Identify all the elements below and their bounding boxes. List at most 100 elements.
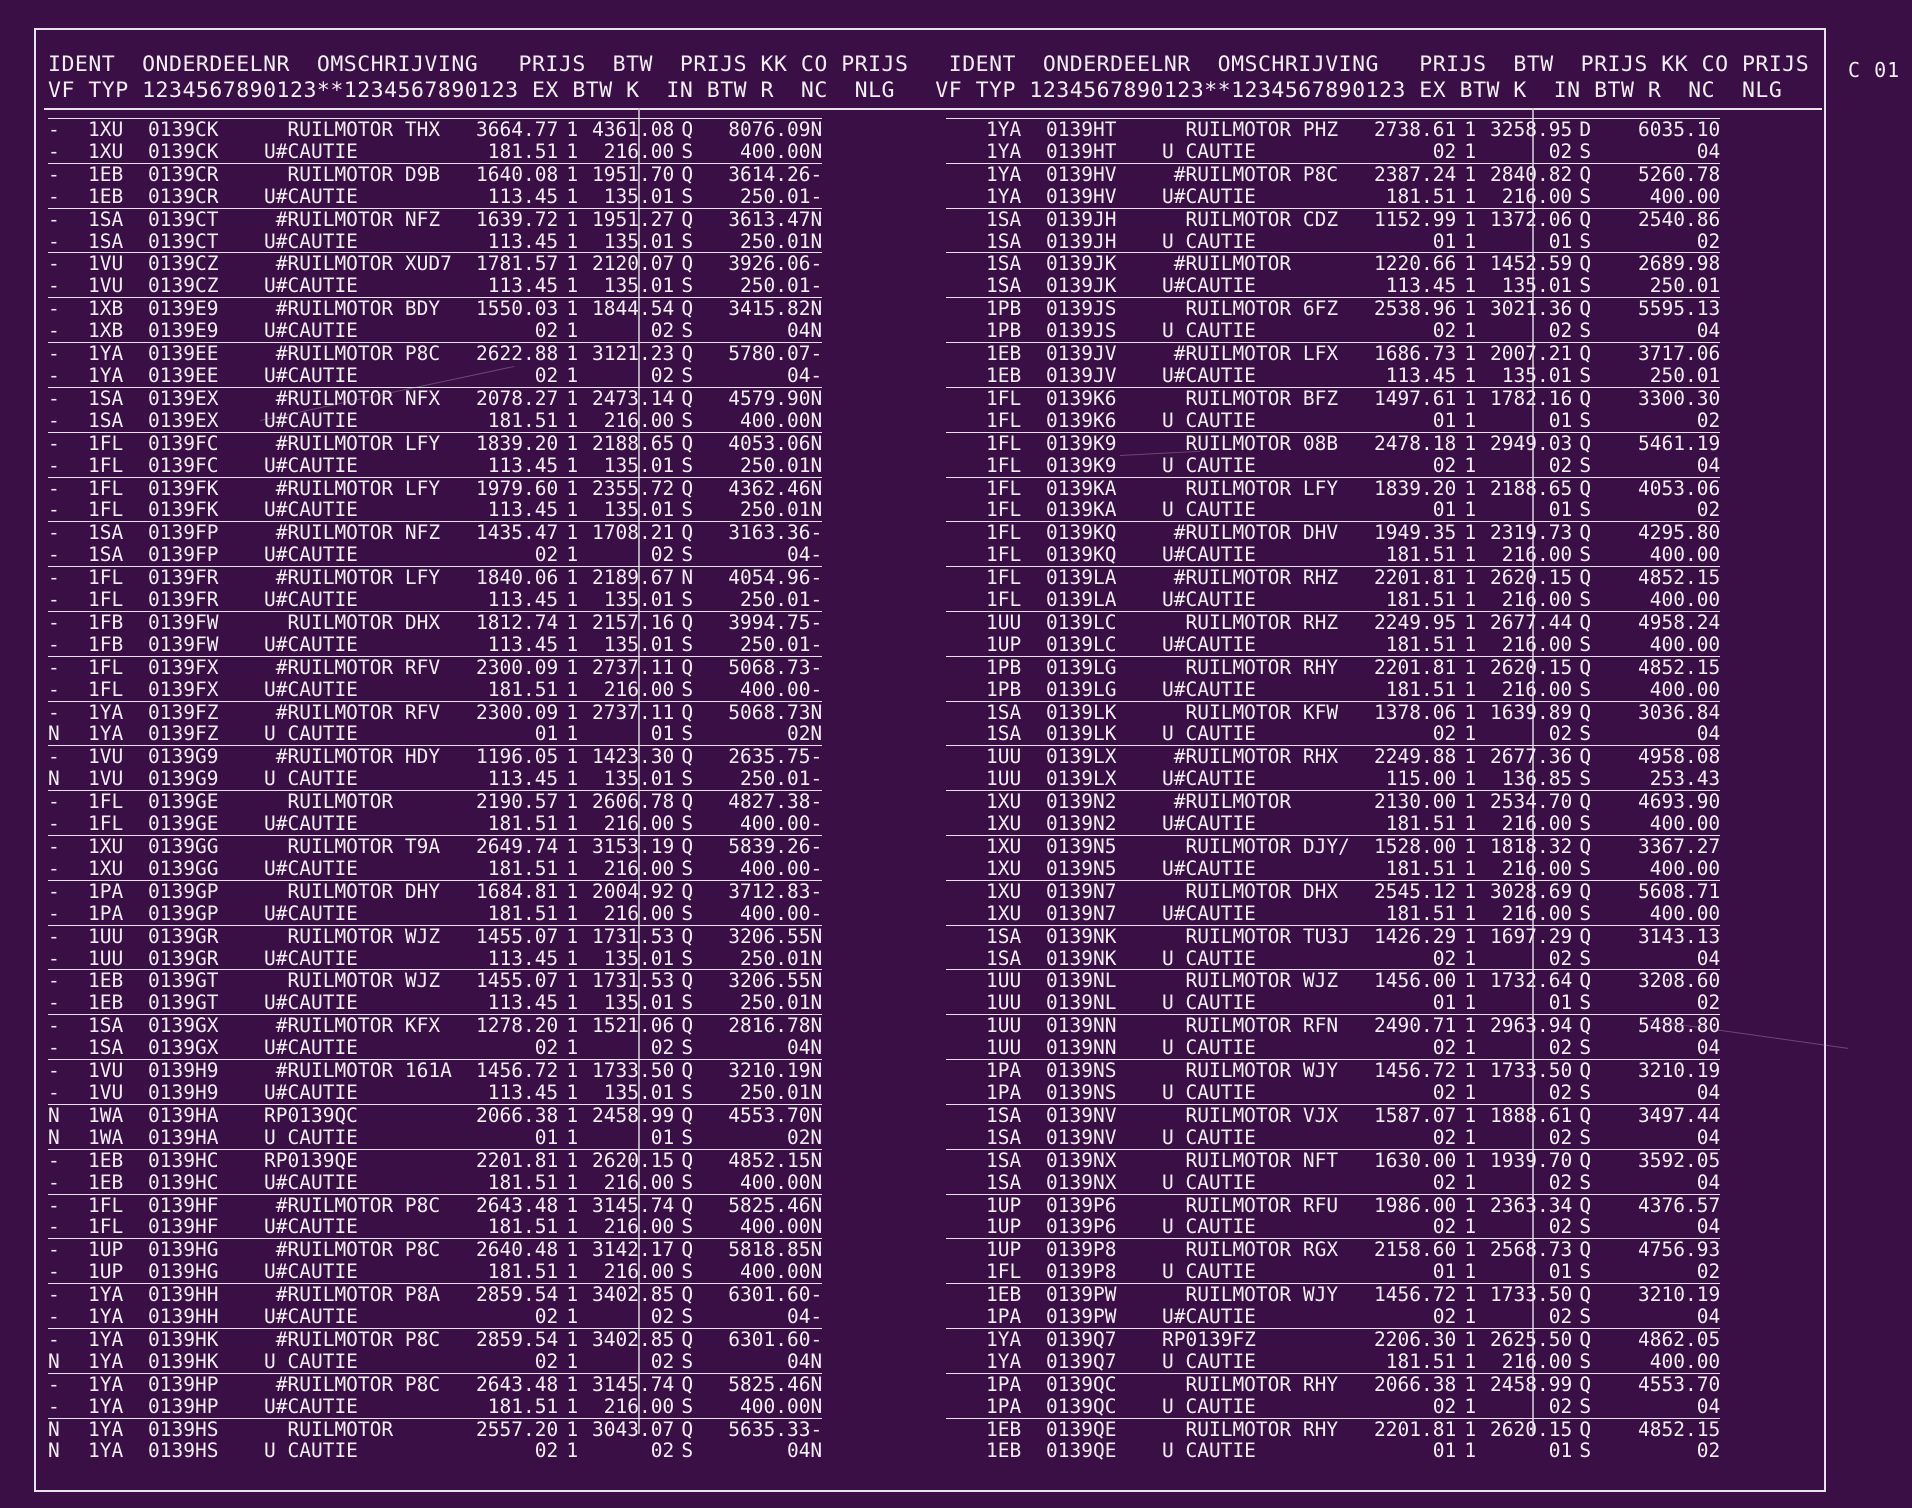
table-row: 1XU 0139N7 RUILMOTOR DHX 2545.12 1 3028.69 Q 5… (946, 879, 1721, 903)
cell-pex: 181.51 (487, 408, 559, 432)
cell-pin: 216.00 (1501, 901, 1573, 925)
cell-pin: 02 (1548, 139, 1573, 163)
cell-typ: 1YA (88, 1283, 148, 1307)
cell-btw: 1 (1464, 184, 1477, 208)
cell-pin: 02 (1548, 946, 1573, 970)
cell-part: 0139HF (148, 1215, 219, 1239)
cell-kk: S (681, 363, 694, 387)
cell-btw: 1 (1464, 901, 1477, 925)
cell-part: 0139E9 (148, 319, 219, 343)
parts-table-right: 1YA 0139HT RUILMOTOR PHZ 2738.61 1 3258.95 D 6… (946, 117, 1721, 1462)
cell-desc: #RUILMOTOR KFX (264, 1014, 476, 1038)
table-row: 1SA 0139NX RUILMOTOR NFT 1630.00 1 1939.70 Q 3… (946, 1148, 1721, 1172)
table-row: 1YA 0139HT U CAUTIE 02 1 02 S 04 (946, 139, 1720, 163)
cell-desc: RUILMOTOR RHY (1162, 655, 1374, 679)
cell-nlg: 400.00 (1649, 588, 1721, 612)
cell-btw: 1 (1456, 207, 1485, 231)
cell-pex: 02 (1432, 1125, 1457, 1149)
cell-pex: 02 (534, 363, 559, 387)
cell-nlg: 2816.78N (700, 1014, 823, 1038)
cell-kk: S (1579, 139, 1592, 163)
cell-btw: 1 (1456, 1283, 1485, 1307)
cell-pex: 1684.81 (476, 879, 559, 903)
cell-pin: 2363.34 (1484, 1193, 1573, 1217)
cell-kk: S (681, 767, 694, 791)
cell-desc: RUILMOTOR 6FZ (1162, 297, 1374, 321)
cell-desc: U#CAUTIE (1162, 812, 1256, 836)
cell-vf: - (48, 1305, 60, 1329)
cell-typ: 1UU (986, 610, 1046, 634)
cell-pin: 216.00 (603, 1394, 675, 1418)
cell-pin: 01 (1548, 498, 1573, 522)
cell-kk: S (1579, 543, 1592, 567)
cell-part: 0139GR (148, 946, 219, 970)
cell-part: 0139QE (1046, 1417, 1162, 1441)
cell-vf: - (48, 812, 60, 836)
cell-vf (946, 610, 986, 634)
cell-btw: 1 (558, 521, 587, 545)
cell-vf (946, 476, 986, 500)
cell-desc: #RUILMOTOR LFY (264, 431, 476, 455)
cell-typ: 1YA (986, 162, 1046, 186)
cell-nlg: 4054.96- (700, 566, 823, 590)
cell-nlg: 250.01- (740, 184, 823, 208)
cell-pin: 216.00 (1501, 543, 1573, 567)
cell-part: 0139GT (148, 991, 219, 1015)
cell-pin: 216.00 (603, 1215, 675, 1239)
cell-part: 0139HA (148, 1125, 219, 1149)
cell-pin: 2840.82 (1484, 162, 1573, 186)
cell-desc: U#CAUTIE (1162, 184, 1256, 208)
cell-pin: 02 (650, 1439, 675, 1463)
cell-pex: 113.45 (487, 632, 559, 656)
cell-kk: S (681, 1305, 694, 1329)
cell-nlg: 4553.70 (1598, 1372, 1721, 1396)
cell-typ: 1SA (986, 1148, 1046, 1172)
cell-pin: 136.85 (1501, 767, 1573, 791)
cell-part: 0139LX (1046, 767, 1117, 791)
cell-vf (946, 1082, 986, 1104)
table-row: 1SA 0139NV U CAUTIE 02 1 02 S 04 (946, 1125, 1720, 1149)
cell-typ: 1SA (88, 229, 124, 253)
cell-kk: D (1572, 117, 1599, 141)
cell-desc: RUILMOTOR RHY (1162, 1417, 1374, 1441)
table-row: -1EB 0139HC RP0139QE 2201.81 1 2620.15 Q 4852.1… (48, 1148, 823, 1172)
table-row: 1FL 0139KA U CAUTIE 01 1 01 S 02 (946, 499, 1720, 521)
cell-kk: S (681, 543, 694, 567)
cell-kk: S (1579, 1036, 1592, 1060)
cell-btw: 1 (1464, 363, 1477, 387)
cell-part: 0139PW (1046, 1305, 1117, 1329)
table-row: 1UU 0139LC RUILMOTOR RHZ 2249.95 1 2677.44 Q 4… (946, 610, 1721, 634)
cell-nlg: 400.00 (1649, 1349, 1721, 1373)
cell-vf (946, 745, 986, 769)
cell-nlg: 5068.73N (700, 700, 823, 724)
cell-pex: 2158.60 (1374, 1238, 1457, 1262)
cell-vf: - (48, 431, 88, 455)
cell-nlg: 02 (1696, 229, 1721, 253)
cell-btw: 1 (566, 139, 579, 163)
cell-kk: Q (1572, 297, 1599, 321)
cell-vf: - (48, 453, 60, 477)
cell-nlg: 400.00 (1649, 632, 1721, 656)
cell-typ: 1FL (986, 588, 1022, 612)
cell-nlg: 253.43 (1649, 767, 1721, 791)
cell-part: 0139HV (1046, 184, 1117, 208)
cell-btw: 1 (566, 812, 579, 836)
cell-nlg: 3926.06- (700, 252, 823, 276)
cell-kk: Q (674, 655, 701, 679)
cell-part: 0139CT (148, 207, 264, 231)
cell-part: 0139N5 (1046, 856, 1117, 880)
cell-nlg: 04- (786, 543, 823, 567)
cell-pex: 2066.38 (476, 1103, 559, 1127)
table-row: -1XU 0139CK RUILMOTOR THX 3664.77 1 4361.08 Q… (48, 117, 823, 141)
cell-part: 0139CZ (148, 274, 219, 298)
cell-nlg: 250.01N (740, 453, 823, 477)
cell-desc: RUILMOTOR WJZ (1162, 969, 1374, 993)
cell-part: 0139K9 (1046, 431, 1162, 455)
cell-part: 0139GG (148, 834, 264, 858)
cell-vf: - (48, 184, 60, 208)
cell-nlg: 250.01N (740, 991, 823, 1015)
cell-part: 0139KQ (1046, 521, 1162, 545)
cell-desc: RUILMOTOR LFY (1162, 476, 1374, 500)
cell-part: 0139LC (1046, 632, 1117, 656)
cell-desc: U CAUTIE (1162, 946, 1256, 970)
